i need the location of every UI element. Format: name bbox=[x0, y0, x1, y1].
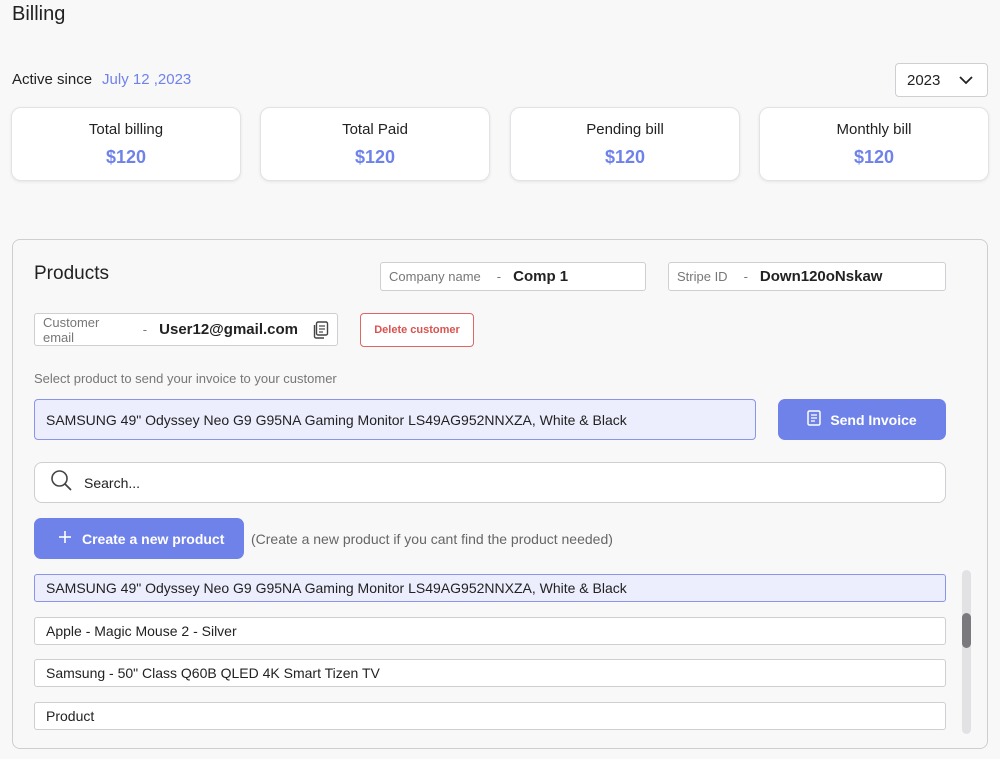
stat-value: $120 bbox=[354, 147, 396, 167]
stat-value: $120 bbox=[604, 147, 646, 167]
stripe-id-field: Stripe ID - Down120oNskaw bbox=[668, 262, 946, 291]
customer-email-value: User12@gmail.com bbox=[159, 321, 298, 338]
stat-card-monthly-bill: Monthly bill $120 bbox=[759, 107, 989, 181]
stat-title: Pending bill bbox=[586, 121, 664, 138]
separator: - bbox=[142, 322, 148, 337]
scrollbar-track[interactable] bbox=[962, 570, 971, 734]
create-product-button[interactable]: Create a new product bbox=[34, 518, 244, 559]
customer-email-label: Customer email bbox=[43, 314, 100, 345]
send-invoice-label: Send Invoice bbox=[830, 411, 917, 428]
selected-product-value: SAMSUNG 49" Odyssey Neo G9 G95NA Gaming … bbox=[46, 411, 627, 428]
stat-value: $120 bbox=[105, 147, 147, 167]
separator: - bbox=[743, 269, 748, 284]
search-box[interactable] bbox=[34, 462, 946, 503]
active-since: Active since July 12 ,2023 bbox=[12, 71, 191, 88]
stat-value: $120 bbox=[853, 147, 895, 167]
product-list: SAMSUNG 49" Odyssey Neo G9 G95NA Gaming … bbox=[34, 574, 946, 744]
create-product-hint: (Create a new product if you cant find t… bbox=[251, 531, 613, 547]
products-title: Products bbox=[34, 263, 109, 284]
list-item[interactable]: Samsung - 50" Class Q60B QLED 4K Smart T… bbox=[34, 659, 946, 687]
stat-title: Total billing bbox=[88, 121, 164, 138]
copy-icon[interactable] bbox=[312, 320, 329, 339]
stripe-id-value: Down120oNskaw bbox=[759, 268, 883, 285]
search-input[interactable] bbox=[84, 474, 904, 491]
scrollbar-thumb[interactable] bbox=[962, 613, 971, 648]
stripe-id-label: Stripe ID bbox=[677, 269, 728, 284]
company-name-value: Comp 1 bbox=[513, 268, 569, 285]
select-product-hint: Select product to send your invoice to y… bbox=[34, 371, 337, 386]
list-item[interactable]: Apple - Magic Mouse 2 - Silver bbox=[34, 616, 946, 645]
delete-customer-button[interactable]: Delete customer bbox=[360, 313, 474, 347]
page-title: Billing bbox=[12, 3, 66, 25]
plus-icon bbox=[58, 530, 72, 547]
list-item[interactable]: SAMSUNG 49" Odyssey Neo G9 G95NA Gaming … bbox=[34, 574, 946, 602]
active-since-label: Active since bbox=[12, 71, 93, 88]
customer-email-field: Customer email - User12@gmail.com bbox=[34, 313, 338, 346]
active-since-date: July 12 ,2023 bbox=[102, 71, 192, 88]
company-name-label: Company name bbox=[389, 269, 481, 284]
stat-title: Total Paid bbox=[342, 121, 408, 138]
year-select-value: 2023 bbox=[907, 71, 941, 89]
search-icon bbox=[50, 469, 72, 496]
stat-card-total-paid: Total Paid $120 bbox=[260, 107, 490, 181]
selected-product-field[interactable]: SAMSUNG 49" Odyssey Neo G9 G95NA Gaming … bbox=[34, 399, 756, 440]
stat-card-pending-bill: Pending bill $120 bbox=[510, 107, 740, 181]
stat-card-total-billing: Total billing $120 bbox=[11, 107, 241, 181]
invoice-icon bbox=[807, 410, 822, 429]
send-invoice-button[interactable]: Send Invoice bbox=[778, 399, 946, 440]
list-item[interactable]: Product bbox=[34, 701, 946, 730]
stat-title: Monthly bill bbox=[836, 121, 912, 138]
year-select[interactable]: 2023 bbox=[895, 63, 988, 97]
separator: - bbox=[496, 269, 502, 284]
chevron-down-icon bbox=[959, 75, 973, 85]
create-product-label: Create a new product bbox=[82, 530, 225, 547]
company-name-field: Company name - Comp 1 bbox=[380, 262, 646, 291]
